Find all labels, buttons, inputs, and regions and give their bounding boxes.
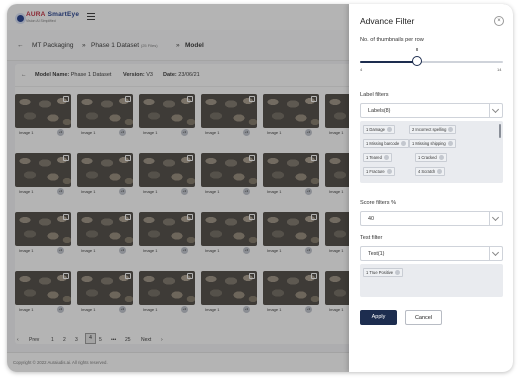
thumbnails-per-row-label: No. of thumbnails per row: [360, 37, 424, 43]
panel-title: Advance Filter: [360, 16, 415, 26]
cancel-button[interactable]: Cancel: [405, 310, 442, 325]
test-filter-label: Test filter: [360, 235, 383, 241]
advance-filter-panel: Advance Filter × No. of thumbnails per r…: [349, 4, 513, 372]
filter-tag: 1 Missing shipping: [409, 139, 456, 148]
filter-tag: 1 Damage: [363, 125, 395, 134]
label-filters-select[interactable]: Labels(8): [360, 103, 503, 118]
label-filters-label: Label filters: [360, 92, 389, 98]
slider-fill: [360, 61, 418, 63]
remove-tag-icon[interactable]: [437, 169, 443, 175]
filter-tag-label: 1 Cracked: [418, 155, 437, 160]
slider-min: 4: [360, 67, 363, 72]
filter-tag-label: 1 Missing shipping: [412, 141, 446, 146]
slider-handle[interactable]: [412, 56, 423, 66]
remove-tag-icon[interactable]: [447, 141, 453, 147]
remove-tag-icon[interactable]: [386, 169, 392, 175]
chevron-down-icon: [489, 212, 502, 225]
filter-tag: 2 Incorrect spelling: [409, 125, 457, 134]
label-tags-box: 1 Damage 2 Incorrect spelling 1 Missing ba…: [360, 121, 503, 183]
filter-tag-label: 1 Fracture: [366, 169, 385, 174]
filter-tag: 1 Fracture: [363, 167, 395, 176]
filter-tag: 1 Cracked: [415, 153, 447, 162]
filter-tag-label: 1 True Positive: [366, 270, 394, 275]
thumbnails-slider[interactable]: [360, 61, 503, 63]
score-filters-label: Score filters %: [360, 200, 397, 206]
remove-tag-icon[interactable]: [395, 270, 401, 276]
filter-tag-label: 1 Missing barcode: [366, 141, 400, 146]
close-icon[interactable]: ×: [494, 16, 504, 26]
filter-tag-label: 2 Incorrect spelling: [412, 127, 447, 132]
remove-tag-icon[interactable]: [383, 155, 389, 161]
remove-tag-icon[interactable]: [401, 141, 407, 147]
filter-tag-label: 1 Teared: [366, 155, 382, 160]
label-filters-value: Labels(8): [368, 108, 391, 114]
test-filter-select[interactable]: Test(1): [360, 246, 503, 261]
chevron-down-icon: [489, 104, 502, 117]
remove-tag-icon[interactable]: [386, 127, 392, 133]
filter-tag: 1 Missing barcode: [363, 139, 410, 148]
filter-tag-label: 1 Damage: [366, 127, 385, 132]
test-filter-value: Test(1): [368, 251, 385, 257]
filter-tag-label: 4 Scratch: [418, 169, 436, 174]
remove-tag-icon[interactable]: [448, 127, 454, 133]
score-filters-select[interactable]: 40: [360, 211, 503, 226]
score-filters-value: 40: [368, 216, 374, 222]
apply-button[interactable]: Apply: [360, 310, 397, 325]
remove-tag-icon[interactable]: [438, 155, 444, 161]
filter-tag: 1 Teared: [363, 153, 392, 162]
chevron-down-icon: [489, 247, 502, 260]
slider-max: 14: [497, 67, 502, 72]
test-tags-box: 1 True Positive: [360, 264, 503, 297]
filter-tag: 1 True Positive: [363, 268, 404, 277]
filter-tag: 4 Scratch: [415, 167, 446, 176]
scrollbar[interactable]: [499, 124, 501, 138]
slider-value: 8: [415, 47, 419, 52]
app-window: AURA SmartEye Vision AI Simplified ← MT …: [7, 4, 513, 372]
